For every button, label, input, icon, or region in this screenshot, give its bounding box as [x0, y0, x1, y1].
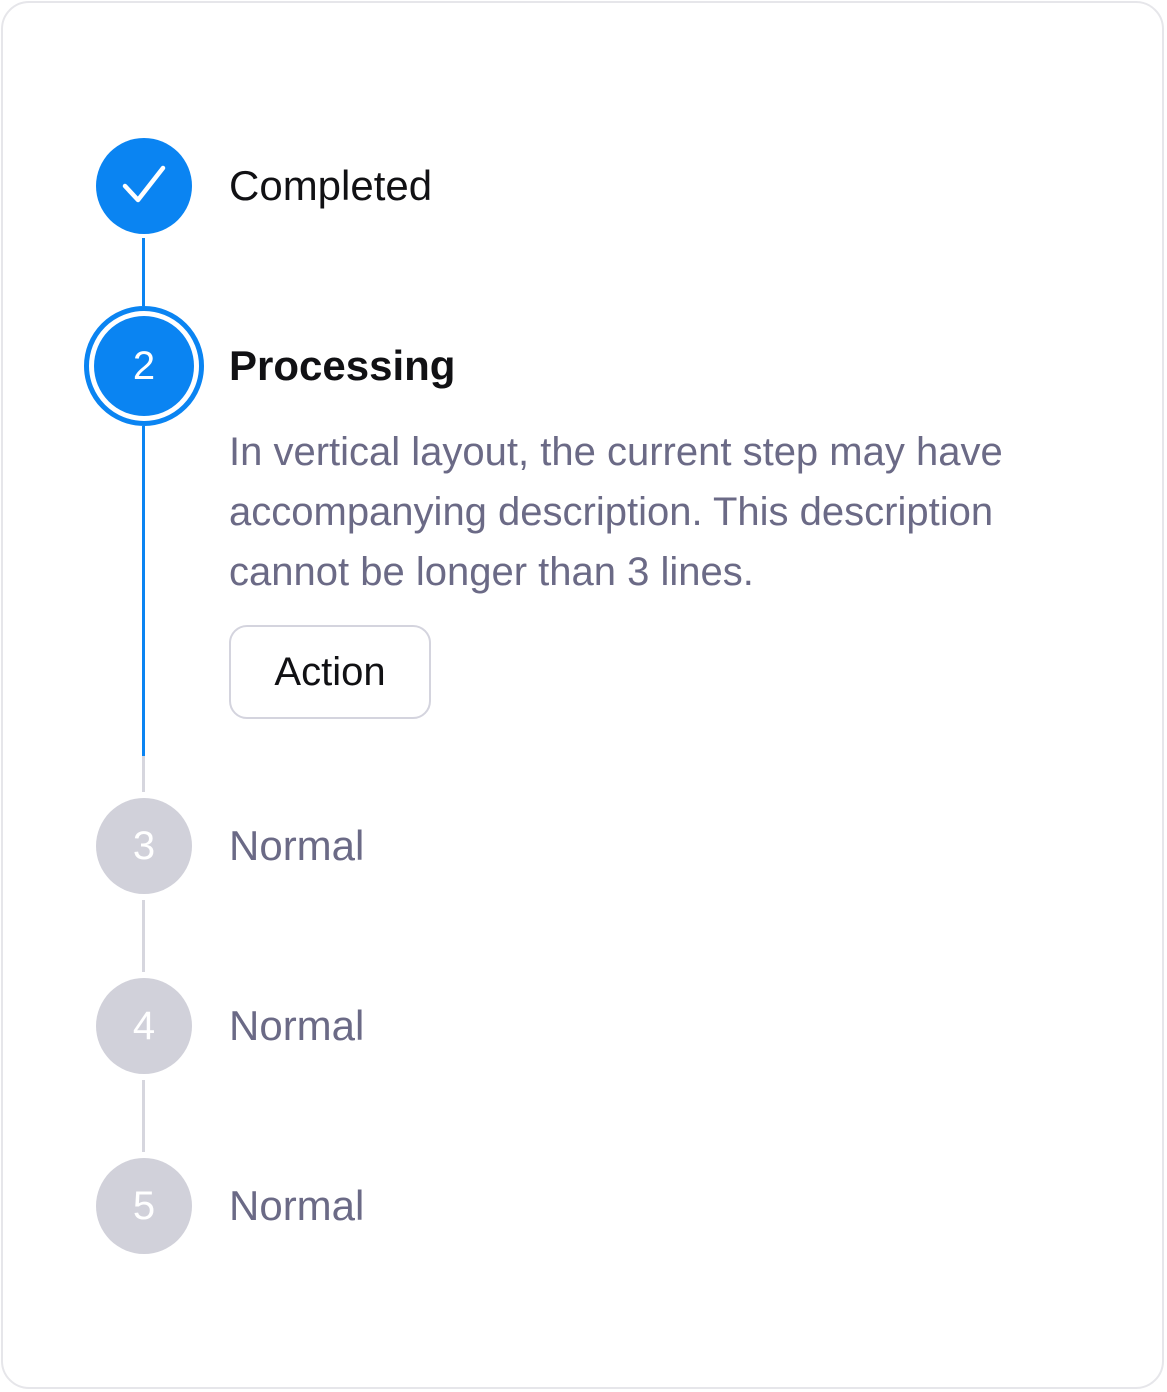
step-4-indicator: 4 [96, 978, 192, 1074]
step-2-title: Processing [229, 342, 456, 389]
step-2-indicator: 2 [84, 306, 204, 426]
step-connector-2-3-active [142, 426, 145, 756]
step-2-description: In vertical layout, the current step may… [229, 430, 1003, 594]
step-1-title: Completed [229, 162, 433, 209]
check-icon [122, 165, 166, 203]
step-3-indicator: 3 [96, 798, 192, 894]
step-5-indicator: 5 [96, 1158, 192, 1254]
step-connector-4-5 [142, 1080, 145, 1152]
step-4-title: Normal [229, 1002, 365, 1049]
step-connector-3-4 [142, 900, 145, 972]
step-3-title: Normal [229, 822, 365, 869]
action-button[interactable]: Action [229, 625, 431, 719]
step-4-number: 4 [132, 1003, 156, 1048]
step-5-number: 5 [132, 1183, 156, 1228]
step-connector-2-3-pending [142, 756, 145, 792]
step-3-number: 3 [132, 823, 156, 868]
step-2-number: 2 [94, 316, 194, 416]
step-5-title: Normal [229, 1182, 365, 1229]
step-connector-1-2 [142, 238, 145, 306]
step-1-indicator [96, 138, 192, 234]
